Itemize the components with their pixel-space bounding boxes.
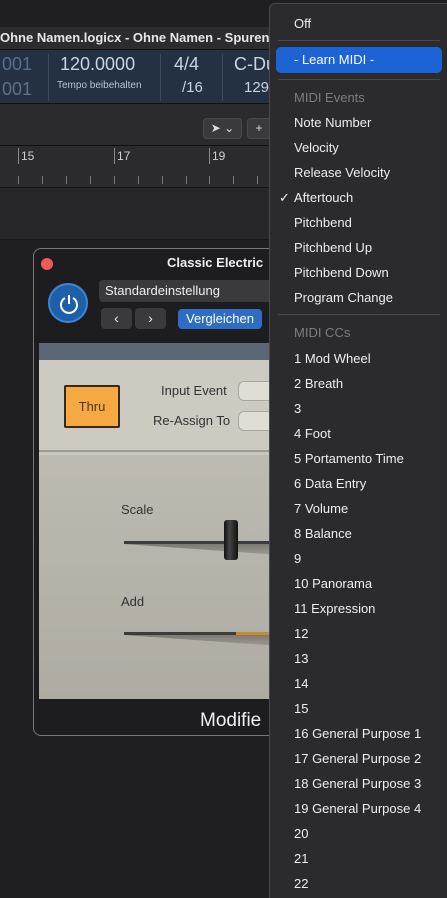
ruler-mark-19: 19 (212, 149, 226, 163)
menu-item-cc-18[interactable]: 18 General Purpose 3 (294, 776, 421, 791)
menu-item-cc-21[interactable]: 21 (294, 851, 308, 866)
ruler-mark-17: 17 (117, 149, 131, 163)
menu-item-cc-16[interactable]: 16 General Purpose 1 (294, 726, 421, 741)
pointer-tool-menu[interactable]: ➤ ⌄ (203, 118, 242, 139)
menu-item-cc-15[interactable]: 15 (294, 701, 308, 716)
tempo-value[interactable]: 120.0000 (60, 54, 135, 75)
power-button[interactable] (48, 283, 88, 323)
menu-item-pitchbend-down[interactable]: Pitchbend Down (294, 265, 389, 280)
scale-slider[interactable] (124, 541, 292, 544)
scale-label: Scale (121, 502, 154, 517)
menu-item-aftertouch[interactable]: Aftertouch (294, 190, 353, 205)
menu-item-cc-9[interactable]: 9 (294, 551, 301, 566)
menu-item-cc-3[interactable]: 3 (294, 401, 301, 416)
division[interactable]: /16 (182, 79, 203, 96)
midi-learn-menu: Off - Learn MIDI - MIDI Events Note Numb… (269, 3, 447, 898)
logic-screen: Ohne Namen.logicx - Ohne Namen - Spuren … (0, 0, 447, 898)
menu-item-cc-10[interactable]: 10 Panorama (294, 576, 372, 591)
menu-item-cc-19[interactable]: 19 General Purpose 4 (294, 801, 421, 816)
menu-item-cc-7[interactable]: 7 Volume (294, 501, 348, 516)
menu-item-cc-14[interactable]: 14 (294, 676, 308, 691)
previous-preset-button[interactable]: ‹ (101, 308, 132, 329)
menu-item-cc-2[interactable]: 2 Breath (294, 376, 343, 391)
menu-item-release-velocity[interactable]: Release Velocity (294, 165, 390, 180)
menu-item-off[interactable]: Off (294, 16, 311, 31)
secondary-tool-menu[interactable]: + (247, 118, 271, 139)
menu-item-cc-1[interactable]: 1 Mod Wheel (294, 351, 371, 366)
lcd-extra-value: 129 (244, 79, 270, 96)
menu-item-pitchbend[interactable]: Pitchbend (294, 215, 352, 230)
menu-item-cc-6[interactable]: 6 Data Entry (294, 476, 366, 491)
scale-slider-handle[interactable] (224, 520, 238, 560)
plugin-title: Classic Electric (167, 255, 264, 270)
input-event-label: Input Event (161, 383, 227, 398)
next-preset-button[interactable]: › (135, 308, 166, 329)
menu-header-midi-events: MIDI Events (294, 90, 365, 105)
thru-button[interactable]: Thru (64, 385, 120, 428)
pointer-icon: ➤ ⌄ (210, 121, 235, 135)
ruler-mark-15: 15 (21, 149, 35, 163)
menu-item-pitchbend-up[interactable]: Pitchbend Up (294, 240, 372, 255)
reassign-label: Re-Assign To (153, 413, 231, 428)
power-icon (60, 295, 78, 314)
menu-item-cc-17[interactable]: 17 General Purpose 2 (294, 751, 421, 766)
menu-item-program-change[interactable]: Program Change (294, 290, 393, 305)
position-bars: 001 (2, 54, 33, 74)
add-label: Add (121, 594, 145, 609)
menu-item-cc-12[interactable]: 12 (294, 626, 308, 641)
menu-item-velocity[interactable]: Velocity (294, 140, 339, 155)
time-signature[interactable]: 4/4 (174, 54, 199, 75)
window-title: Ohne Namen.logicx - Ohne Namen - Spuren (0, 30, 270, 45)
preset-menu[interactable]: Standardeinstellung (99, 280, 292, 302)
tempo-mode[interactable]: Tempo beibehalten (57, 80, 142, 91)
menu-item-cc-4[interactable]: 4 Foot (294, 426, 331, 441)
menu-item-cc-11[interactable]: 11 Expression (294, 601, 375, 616)
menu-item-cc-22[interactable]: 22 (294, 876, 308, 891)
menu-item-note-number[interactable]: Note Number (294, 115, 371, 130)
menu-item-cc-5[interactable]: 5 Portamento Time (294, 451, 404, 466)
menu-item-cc-13[interactable]: 13 (294, 651, 308, 666)
checkmark-icon: ✓ (279, 190, 290, 205)
menu-header-midi-ccs: MIDI CCs (294, 325, 351, 340)
crosshair-icon: + (255, 121, 263, 135)
plugin-window: Classic Electric Standardeinstellung ‹ ›… (33, 248, 293, 736)
learn-midi-label: - Learn MIDI - (294, 52, 375, 67)
position-beats: 001 (2, 79, 33, 99)
menu-item-cc-8[interactable]: 8 Balance (294, 526, 352, 541)
menu-item-learn-midi[interactable]: - Learn MIDI - (276, 47, 442, 73)
compare-button[interactable]: Vergleichen (178, 309, 262, 329)
menu-item-cc-20[interactable]: 20 (294, 826, 308, 841)
plugin-footer-name: Modifie (200, 710, 262, 731)
